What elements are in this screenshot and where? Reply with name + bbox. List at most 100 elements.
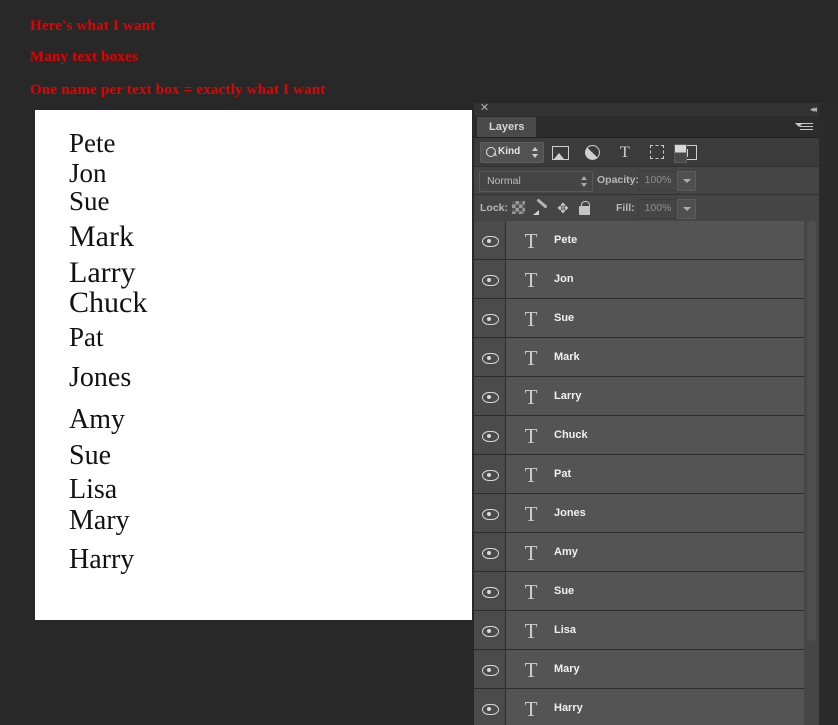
eye-icon (482, 314, 499, 325)
fill-dropdown-icon[interactable] (677, 199, 696, 219)
layer-visibility-toggle[interactable] (474, 494, 506, 532)
layer-visibility-toggle[interactable] (474, 689, 506, 725)
eye-icon (482, 392, 499, 403)
canvas-text-layer[interactable]: Lisa (69, 474, 117, 506)
type-layer-thumbnail-icon: T (524, 658, 538, 682)
canvas-text-layer[interactable]: Pete (69, 128, 116, 159)
layer-name: Mark (554, 351, 580, 363)
layer-visibility-toggle[interactable] (474, 455, 506, 493)
layer-visibility-toggle[interactable] (474, 221, 506, 259)
layer-name: Sue (554, 312, 575, 324)
layer-visibility-toggle[interactable] (474, 533, 506, 571)
layer-row[interactable]: T Sue (474, 299, 804, 338)
close-icon[interactable]: ✕ (478, 102, 491, 115)
filter-enable-toggle[interactable] (674, 144, 687, 163)
opacity-input[interactable]: 100% (638, 171, 678, 191)
canvas-text-layer[interactable]: Jones (69, 362, 131, 394)
canvas-text-layer[interactable]: Jon (69, 158, 107, 189)
type-layer-thumbnail-icon: T (524, 424, 538, 448)
layer-visibility-toggle[interactable] (474, 260, 506, 298)
collapse-panel-icon[interactable]: ◂◂ (810, 103, 817, 115)
filter-kind-select[interactable]: Kind (480, 142, 544, 163)
type-layer-thumbnail-icon: T (524, 619, 538, 643)
layer-name: Mary (554, 663, 580, 675)
layer-row[interactable]: T Mark (474, 338, 804, 377)
layer-visibility-toggle[interactable] (474, 611, 506, 649)
canvas-text-layer[interactable]: Mary (69, 505, 130, 537)
layer-row[interactable]: T Chuck (474, 416, 804, 455)
layer-list[interactable]: T Pete T Jon T Sue T Mark T Larry T Chuck T Pat T Jones… (474, 221, 804, 725)
blend-mode-select[interactable]: Normal (479, 171, 593, 192)
lock-row: Lock: ✥ Fill: 100% (474, 195, 819, 223)
type-layer-thumbnail-icon: T (524, 541, 538, 565)
layers-scrollbar-thumb[interactable] (807, 221, 816, 641)
layer-name: Sue (554, 585, 575, 597)
layer-visibility-toggle[interactable] (474, 338, 506, 376)
type-layer-thumbnail-icon: T (524, 580, 538, 604)
canvas-text-layer[interactable]: Chuck (69, 286, 147, 320)
layer-visibility-toggle[interactable] (474, 650, 506, 688)
tab-layers[interactable]: Layers (477, 117, 537, 137)
layer-name: Jon (554, 273, 574, 285)
layer-row[interactable]: T Harry (474, 689, 804, 725)
document-canvas[interactable]: Pete Jon Sue Mark Larry Chuck Pat Jones Amy Sue Li… (35, 110, 472, 620)
type-layer-thumbnail-icon: T (524, 268, 538, 292)
layer-name: Amy (554, 546, 578, 558)
type-layer-thumbnail-icon: T (524, 307, 538, 331)
type-layer-thumbnail-icon: T (524, 463, 538, 487)
stepper-arrows-icon (581, 176, 588, 187)
eye-icon (482, 665, 499, 676)
layers-panel: ✕ ◂◂ Layers Kind T Normal Opacity: 100% … (474, 102, 819, 725)
layer-name: Larry (554, 390, 582, 402)
search-icon (486, 147, 496, 157)
lock-image-pixels-brush-icon[interactable] (533, 201, 549, 215)
eye-icon (482, 626, 499, 637)
type-layer-thumbnail-icon: T (524, 229, 538, 253)
layer-name: Pete (554, 234, 578, 246)
lock-position-move-icon[interactable]: ✥ (556, 201, 570, 215)
type-layer-thumbnail-icon: T (524, 346, 538, 370)
canvas-text-layer[interactable]: Mark (69, 220, 134, 254)
type-filter-icon[interactable]: T (611, 138, 639, 166)
canvas-text-layer[interactable]: Sue (69, 186, 110, 217)
layer-row[interactable]: T Pat (474, 455, 804, 494)
pixel-filter-icon[interactable] (546, 138, 574, 166)
canvas-text-layer[interactable]: Amy (69, 404, 125, 436)
layer-visibility-toggle[interactable] (474, 377, 506, 415)
filter-kind-label: Kind (498, 146, 521, 157)
fill-value: 100% (644, 202, 672, 214)
lock-transparent-pixels-icon[interactable] (512, 201, 525, 214)
opacity-dropdown-icon[interactable] (677, 171, 696, 191)
layer-row[interactable]: T Larry (474, 377, 804, 416)
canvas-text-layer[interactable]: Pat (69, 322, 104, 353)
layer-row[interactable]: T Jones (474, 494, 804, 533)
annotation-line-0: Here's what I want (30, 18, 156, 34)
layer-row[interactable]: T Amy (474, 533, 804, 572)
layer-row[interactable]: T Mary (474, 650, 804, 689)
annotation-overlay: Here's what I want Many text boxes One nam… (0, 0, 474, 110)
shape-filter-icon[interactable] (643, 138, 671, 166)
layer-visibility-toggle[interactable] (474, 299, 506, 337)
canvas-text-layer[interactable]: Sue (69, 440, 111, 472)
layer-visibility-toggle[interactable] (474, 416, 506, 454)
layers-scrollbar[interactable] (804, 221, 819, 725)
eye-icon (482, 509, 499, 520)
fill-input[interactable]: 100% (638, 199, 678, 219)
layer-row[interactable]: T Jon (474, 260, 804, 299)
fill-label: Fill: (616, 202, 635, 214)
lock-label: Lock: (480, 202, 509, 214)
lock-all-padlock-icon[interactable] (579, 201, 590, 215)
canvas-text-layer[interactable]: Larry (69, 256, 136, 290)
layer-name: Harry (554, 702, 583, 714)
layer-row[interactable]: T Lisa (474, 611, 804, 650)
layer-visibility-toggle[interactable] (474, 572, 506, 610)
canvas-text-layer[interactable]: Harry (69, 544, 134, 576)
layer-row[interactable]: T Sue (474, 572, 804, 611)
adjustment-filter-icon[interactable] (578, 138, 606, 166)
stepper-arrows-icon (532, 147, 539, 158)
annotation-line-1: Many text boxes (30, 49, 138, 65)
panel-menu-icon[interactable] (795, 121, 813, 134)
layer-row[interactable]: T Pete (474, 221, 804, 260)
layer-name: Lisa (554, 624, 577, 636)
eye-icon (482, 704, 499, 715)
